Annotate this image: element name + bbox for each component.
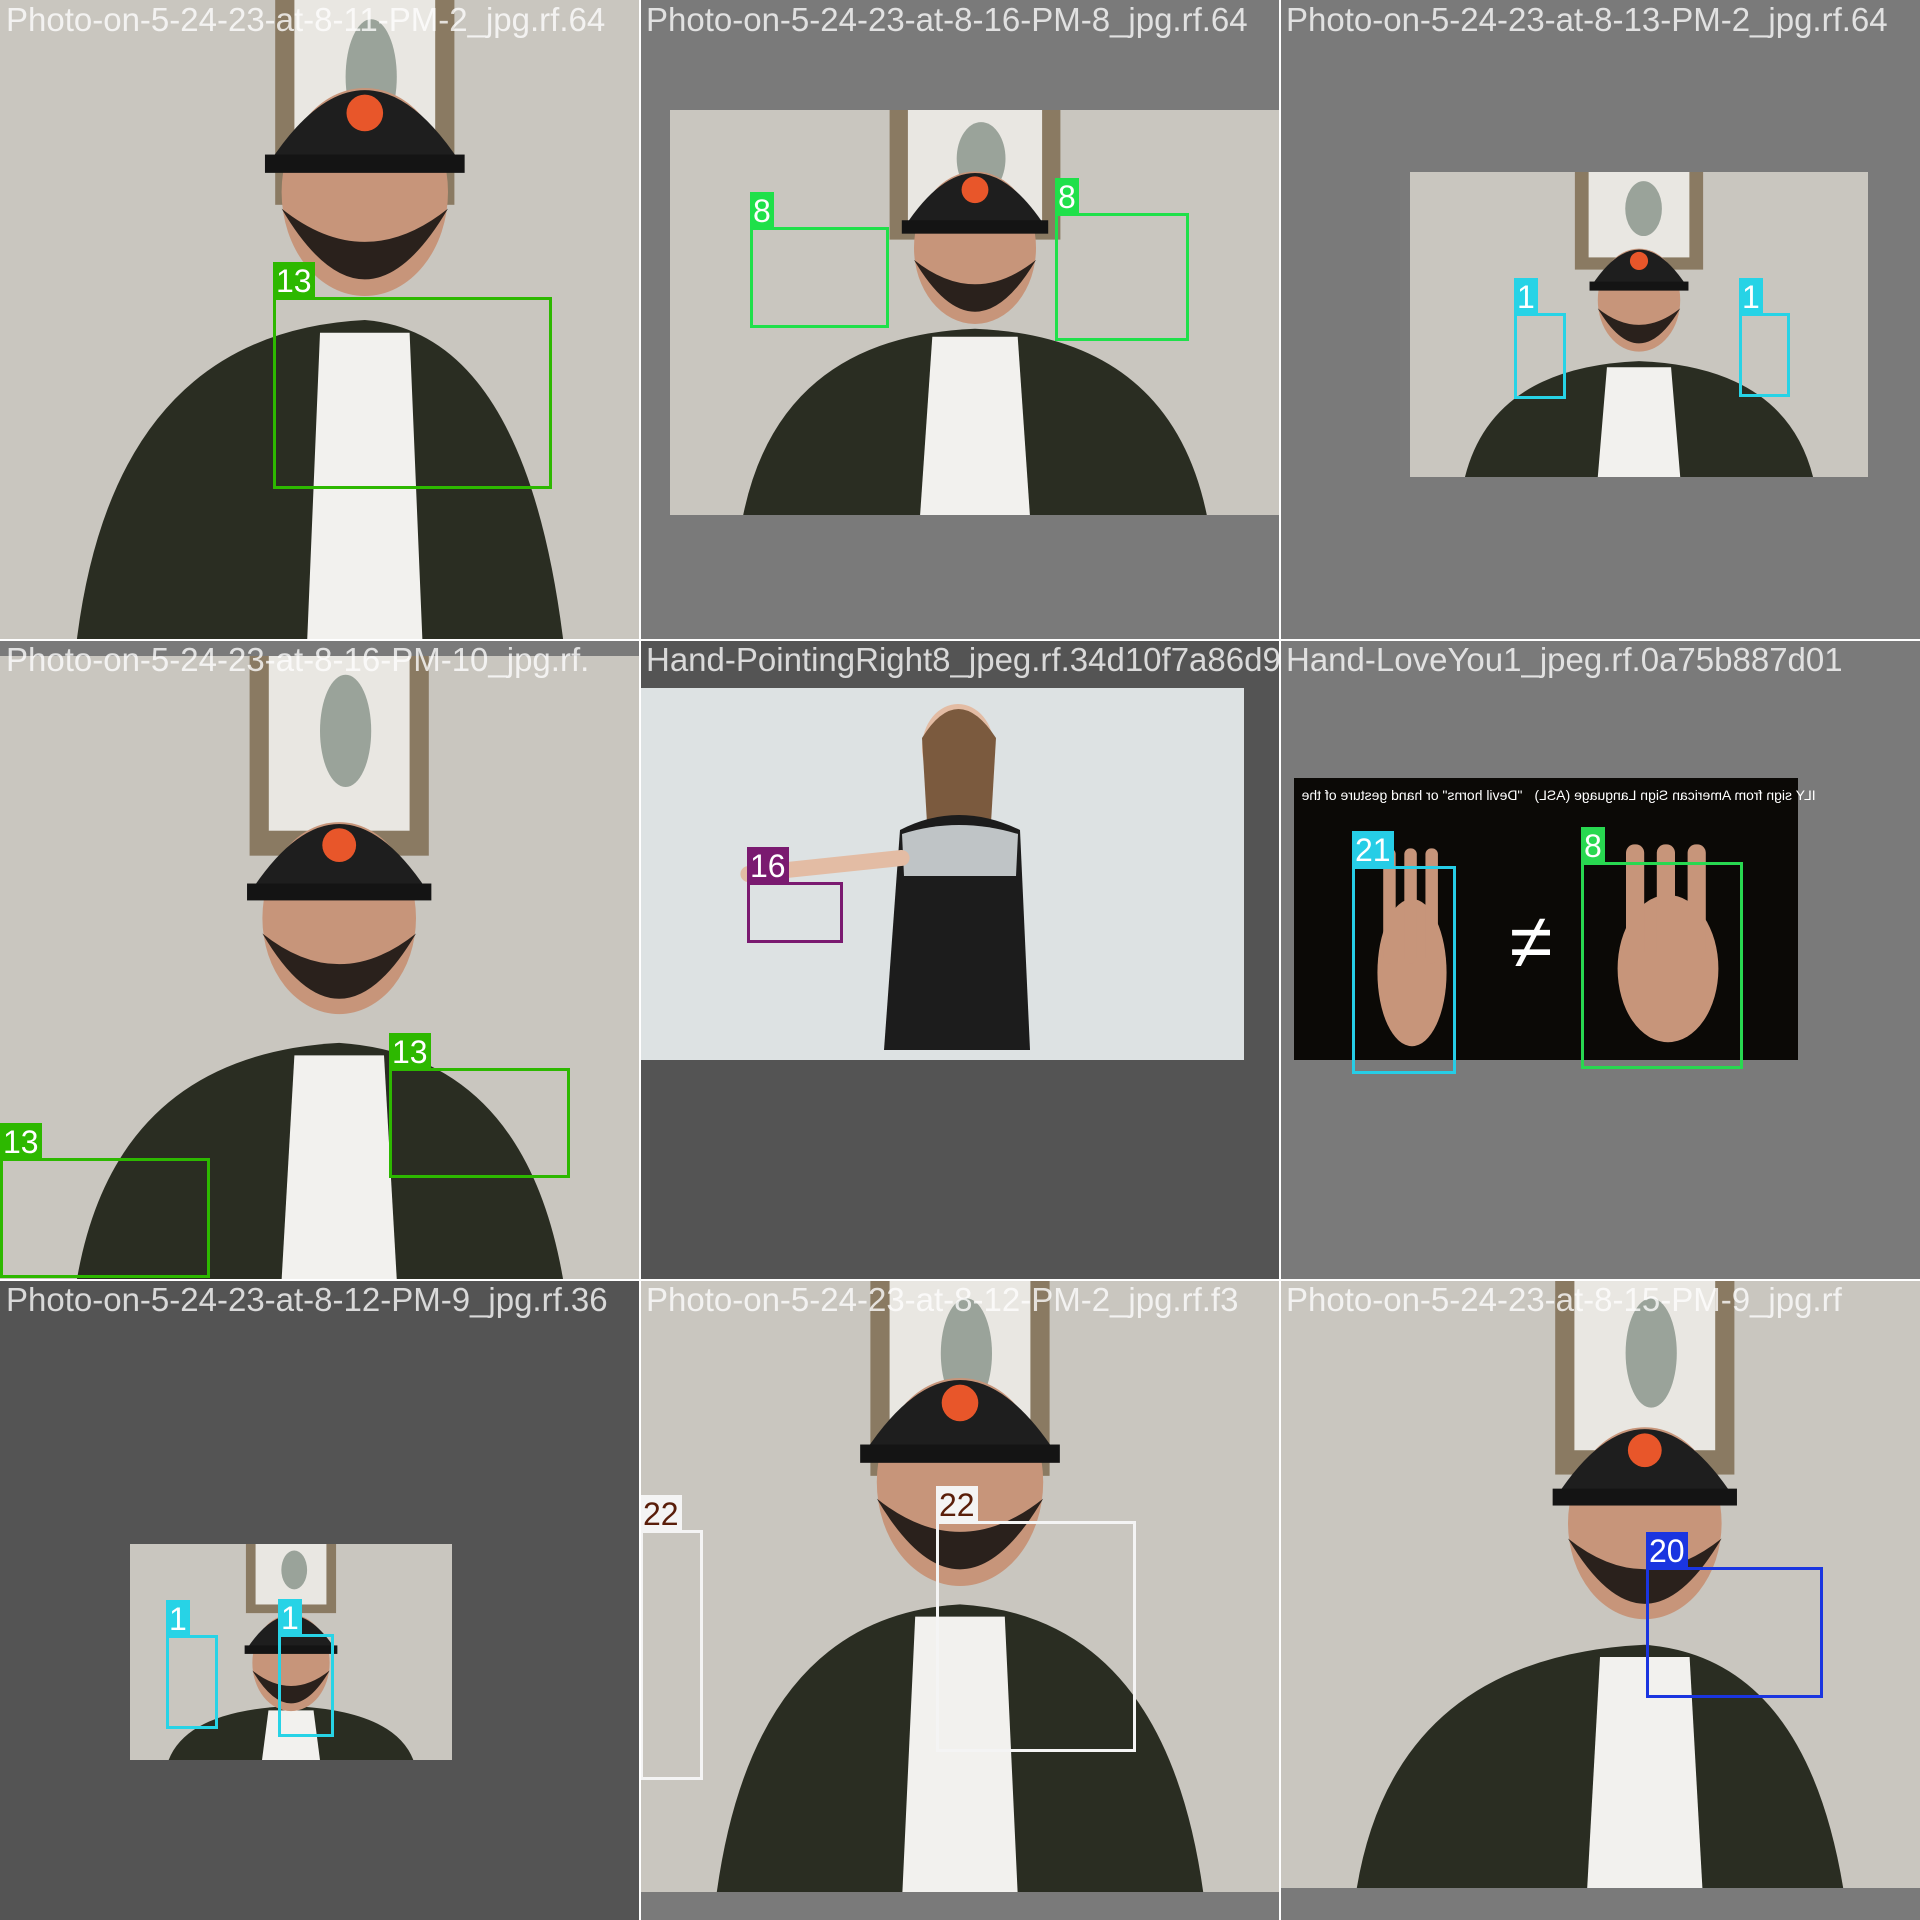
cactus-print xyxy=(320,674,372,788)
cap-logo xyxy=(322,828,357,863)
cactus-print xyxy=(1625,181,1662,237)
woman-sleeves xyxy=(902,825,1018,876)
detection-label: 1 xyxy=(166,1600,190,1638)
detection-box: 8 xyxy=(750,192,889,328)
detection-box: 16 xyxy=(747,847,843,943)
grid-divider xyxy=(639,0,641,1920)
detection-label: 8 xyxy=(1055,178,1079,216)
tile-5-photo xyxy=(640,640,1280,1280)
cap-brim xyxy=(860,1444,1060,1463)
poster-caption-right: ILY sign from American Sign Language (AS… xyxy=(1534,787,1815,803)
cactus-print xyxy=(281,1550,308,1590)
tile-9-photo xyxy=(1280,1280,1920,1920)
cap-brim xyxy=(247,883,432,901)
tile-8: Photo-on-5-24-23-at-8-12-PM-2_jpg.rf.f3 … xyxy=(640,1280,1280,1920)
detection-label: 16 xyxy=(747,847,789,885)
cap-brim xyxy=(264,154,465,173)
tile-9: Photo-on-5-24-23-at-8-15-PM-9_jpg.rf 20 xyxy=(1280,1280,1920,1920)
cap-logo xyxy=(941,1384,979,1422)
cap-logo xyxy=(1627,1433,1662,1468)
grid-divider xyxy=(0,639,1920,641)
tile-3-photo xyxy=(1280,0,1920,640)
cap-logo xyxy=(346,94,384,132)
detection-box: 13 xyxy=(0,1123,210,1278)
cap-brim xyxy=(1589,281,1689,291)
detection-box: 1 xyxy=(1514,278,1566,399)
cap-logo xyxy=(1629,251,1649,271)
detection-label: 1 xyxy=(278,1599,302,1637)
tile-4: Photo-on-5-24-23-at-8-16-PM-10_jpg.rf. 1… xyxy=(0,640,640,1280)
tile-2: Photo-on-5-24-23-at-8-16-PM-8_jpg.rf.64 … xyxy=(640,0,1280,640)
poster-caption-left: "Devil horns" or hand gesture of the xyxy=(1301,787,1522,803)
detection-label: 1 xyxy=(1514,278,1538,316)
tile-1: Photo-on-5-24-23-at-8-11-PM-2_jpg.rf.64 … xyxy=(0,0,640,640)
tile-7-photo xyxy=(0,1280,640,1920)
detection-label: 22 xyxy=(640,1495,682,1533)
cactus-print xyxy=(1625,1298,1677,1408)
grid-divider xyxy=(1279,0,1281,1920)
detection-box: 22 xyxy=(936,1486,1136,1752)
t-shirt xyxy=(1597,367,1681,477)
detection-box: 21 xyxy=(1352,831,1456,1074)
tile-3: Photo-on-5-24-23-at-8-13-PM-2_jpg.rf.64 … xyxy=(1280,0,1920,640)
cap-logo xyxy=(961,176,989,204)
detection-box: 13 xyxy=(273,262,552,489)
detection-label: 21 xyxy=(1352,831,1394,869)
detection-box: 8 xyxy=(1581,827,1743,1069)
cap-brim xyxy=(1552,1488,1737,1506)
detection-label: 8 xyxy=(750,192,774,230)
grid-divider xyxy=(0,1279,1920,1281)
tile-7: Photo-on-5-24-23-at-8-12-PM-9_jpg.rf.36 … xyxy=(0,1280,640,1920)
detection-box: 1 xyxy=(278,1599,334,1737)
detection-label: 13 xyxy=(0,1123,42,1161)
not-equal-symbol: ≠ xyxy=(1510,897,1553,985)
t-shirt xyxy=(920,336,1030,515)
detection-box: 13 xyxy=(389,1033,570,1178)
detection-label: 8 xyxy=(1581,827,1605,865)
detection-box: 20 xyxy=(1646,1532,1823,1698)
cap-brim xyxy=(901,220,1049,234)
detection-box: 22 xyxy=(640,1495,703,1780)
detection-box: 1 xyxy=(1739,278,1790,397)
detection-label: 1 xyxy=(1739,278,1763,316)
t-shirt xyxy=(281,1055,397,1280)
detection-box: 8 xyxy=(1055,178,1189,341)
tile-5: Hand-PointingRight8_jpeg.rf.34d10f7a86d9… xyxy=(640,640,1280,1280)
tile-6: ≠ "Devil horns" or hand gesture of the ILY… xyxy=(1280,640,1920,1280)
detection-label: 20 xyxy=(1646,1532,1688,1570)
detection-label: 13 xyxy=(273,262,315,300)
detection-label: 13 xyxy=(389,1033,431,1071)
mosaic-grid: Photo-on-5-24-23-at-8-11-PM-2_jpg.rf.64 … xyxy=(0,0,1920,1920)
detection-box: 1 xyxy=(166,1600,218,1729)
detection-label: 22 xyxy=(936,1486,978,1524)
